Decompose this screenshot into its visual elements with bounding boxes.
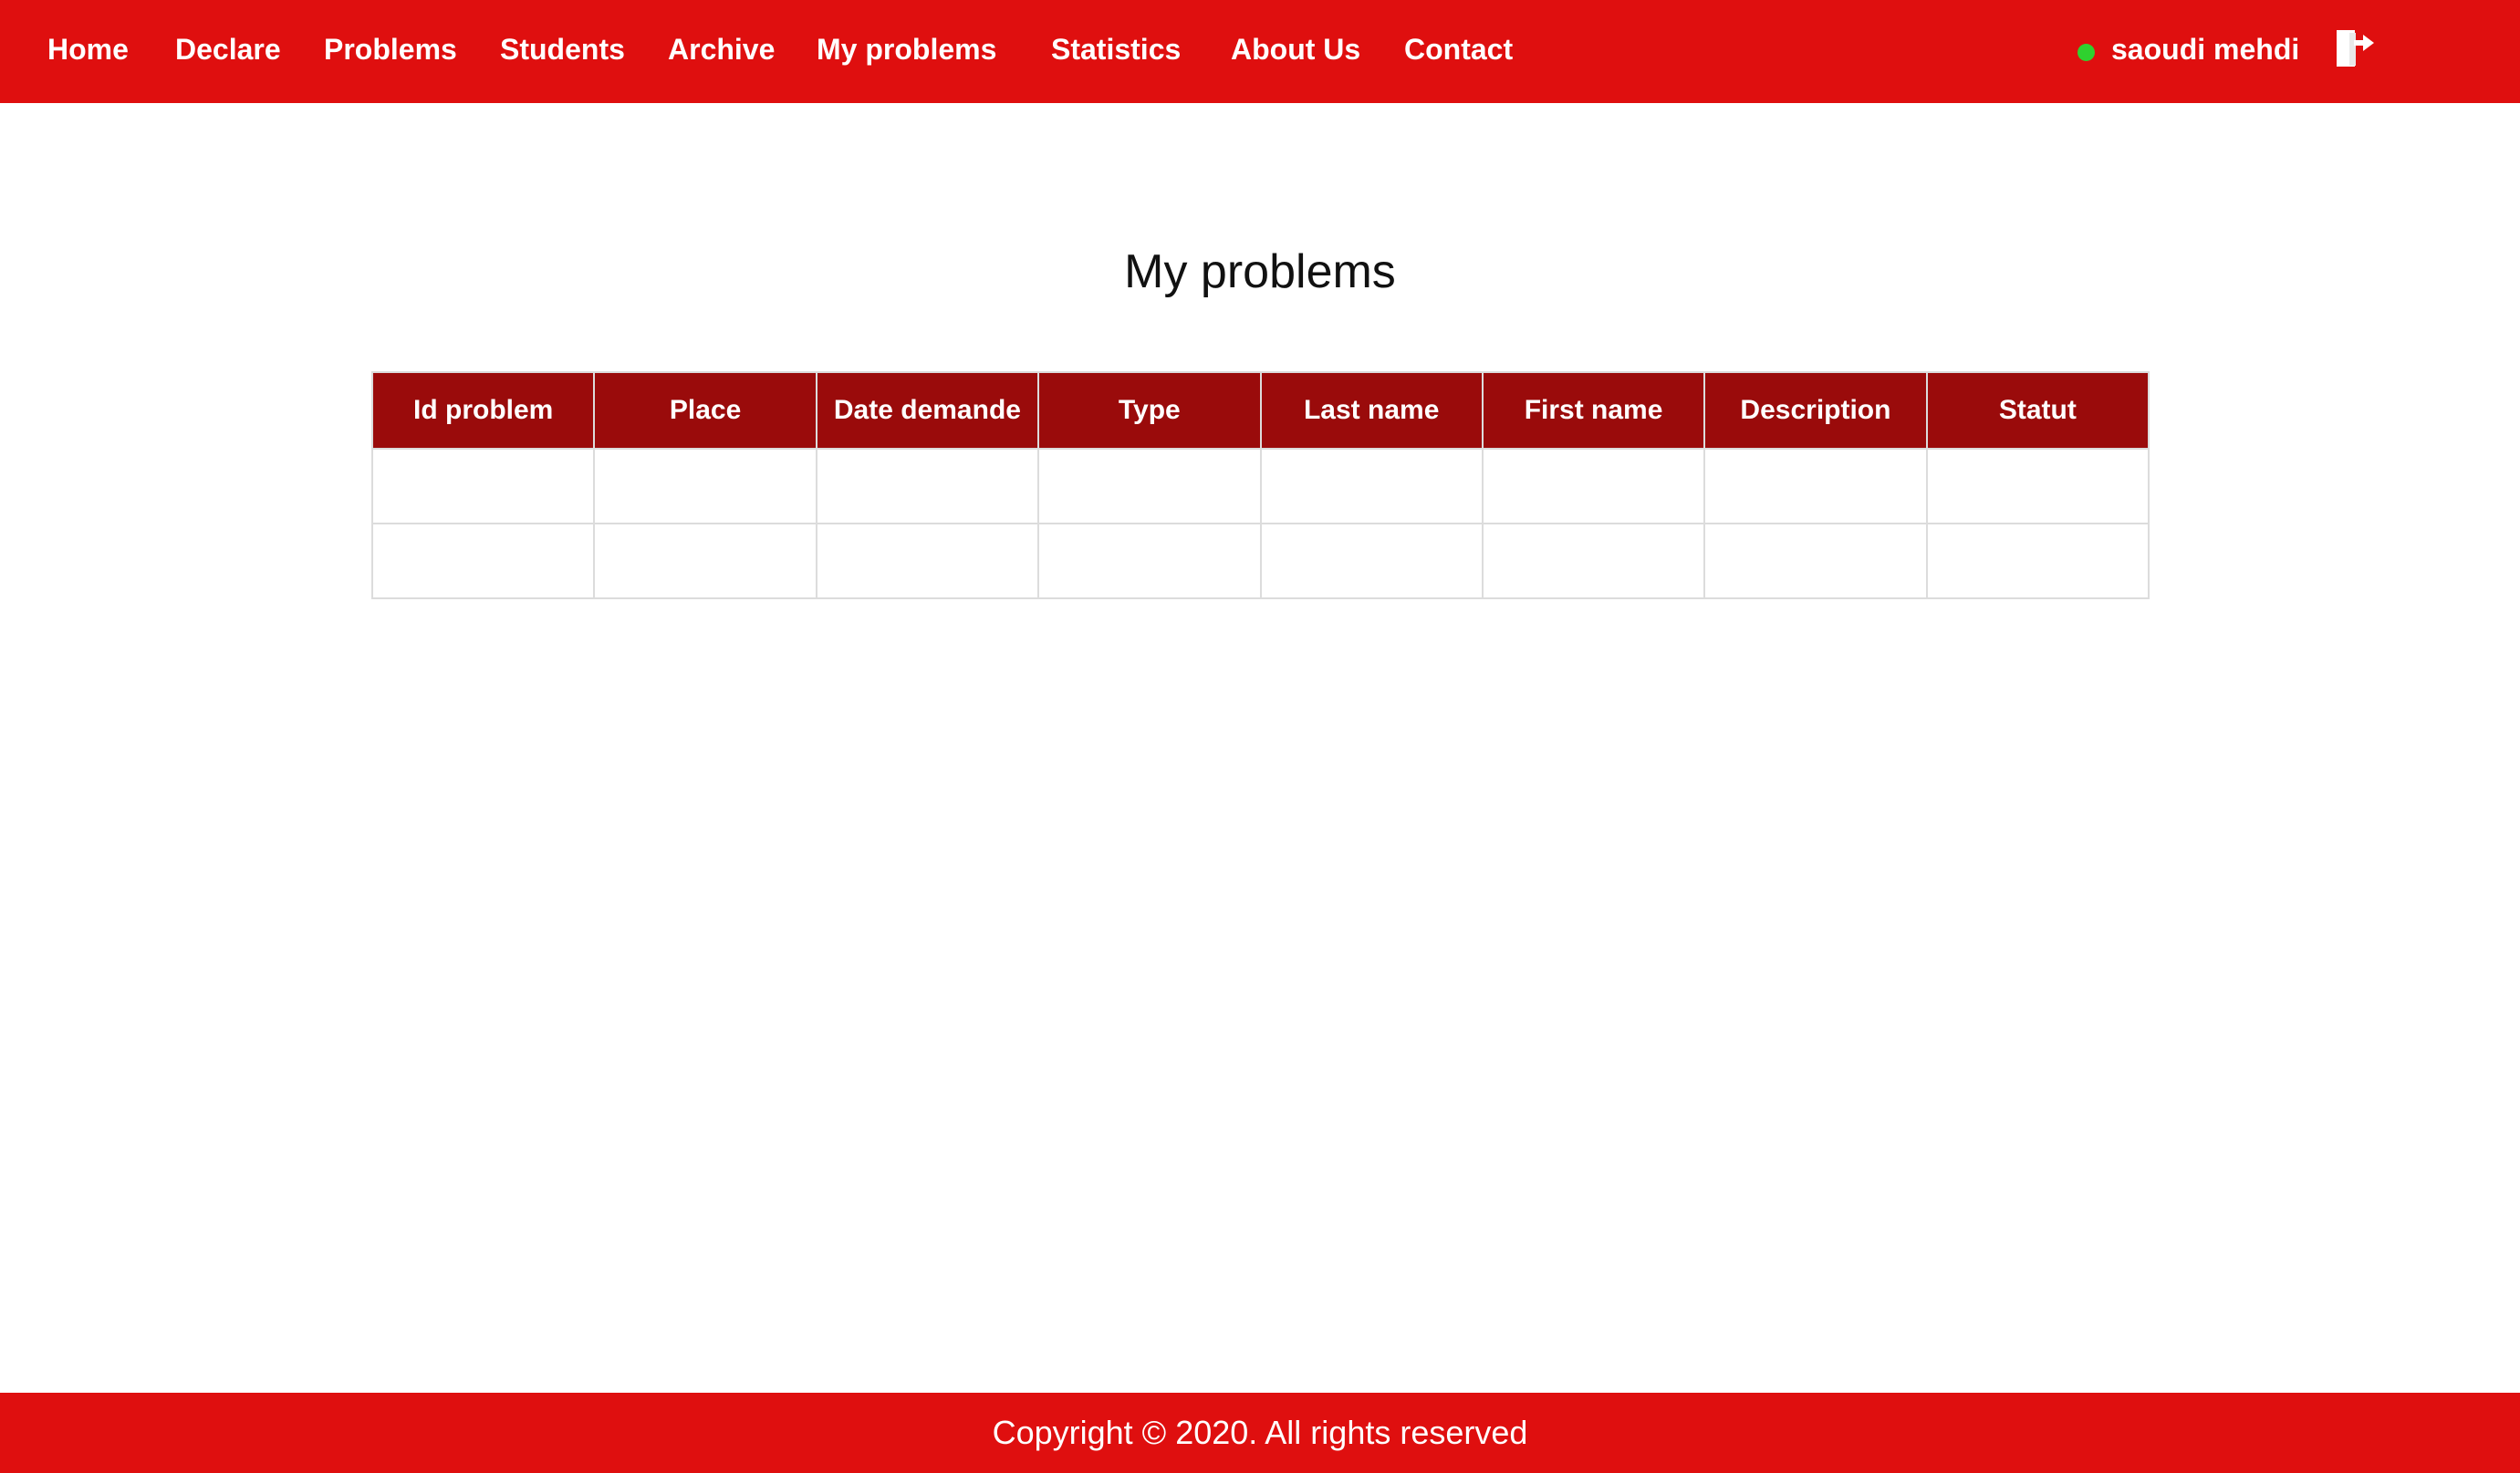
nav-declare-link[interactable]: Declare — [175, 29, 281, 69]
column-header-statut: Statut — [1925, 371, 2150, 450]
table-cell — [1481, 448, 1706, 524]
table-cell — [1037, 448, 1262, 524]
table-cell — [593, 523, 817, 599]
column-header-id-problem: Id problem — [370, 371, 596, 450]
table-cell — [1037, 523, 1262, 599]
column-header-type: Type — [1037, 371, 1262, 450]
column-header-last-name: Last name — [1259, 371, 1484, 450]
nav-my-problems-link[interactable]: My problems — [817, 29, 996, 69]
footer: Copyright © 2020. All rights reserved — [0, 1393, 2520, 1473]
table-cell — [1925, 448, 2150, 524]
nav-students-link[interactable]: Students — [500, 29, 625, 69]
nav-statistics-link[interactable]: Statistics — [1051, 29, 1181, 69]
table-cell — [370, 448, 596, 524]
table-cell — [1481, 523, 1706, 599]
table-cell — [1703, 448, 1928, 524]
table-cell — [815, 523, 1040, 599]
column-header-date-demande: Date demande — [815, 371, 1040, 450]
column-header-description: Description — [1703, 371, 1928, 450]
table-row — [370, 448, 2150, 524]
table-cell — [1259, 523, 1484, 599]
table-cell — [1703, 523, 1928, 599]
page-title: My problems — [1124, 245, 1396, 298]
copyright-text: Copyright © 2020. All rights reserved — [992, 1414, 1528, 1451]
nav-contact-link[interactable]: Contact — [1404, 29, 1513, 69]
table-cell — [815, 448, 1040, 524]
nav-home-link[interactable]: Home — [47, 29, 129, 69]
user-name: saoudi mehdi — [2111, 33, 2300, 66]
problems-table: Id problem Place Date demande Type Last … — [370, 371, 2150, 599]
nav-archive-link[interactable]: Archive — [668, 29, 775, 69]
logout-door-icon — [2337, 30, 2374, 67]
column-header-first-name: First name — [1481, 371, 1706, 450]
column-header-place: Place — [593, 371, 817, 450]
table-cell — [593, 448, 817, 524]
table-cell — [1925, 523, 2150, 599]
table-row — [370, 523, 2150, 599]
table-cell — [370, 523, 596, 599]
top-navbar: Home Declare Problems Students Archive M… — [0, 0, 2520, 103]
table-header-row: Id problem Place Date demande Type Last … — [370, 371, 2150, 450]
logout-icon[interactable] — [2334, 28, 2376, 68]
online-status-dot — [2077, 44, 2095, 61]
nav-problems-link[interactable]: Problems — [324, 29, 457, 69]
table-cell — [1259, 448, 1484, 524]
nav-about-us-link[interactable]: About Us — [1231, 29, 1360, 69]
